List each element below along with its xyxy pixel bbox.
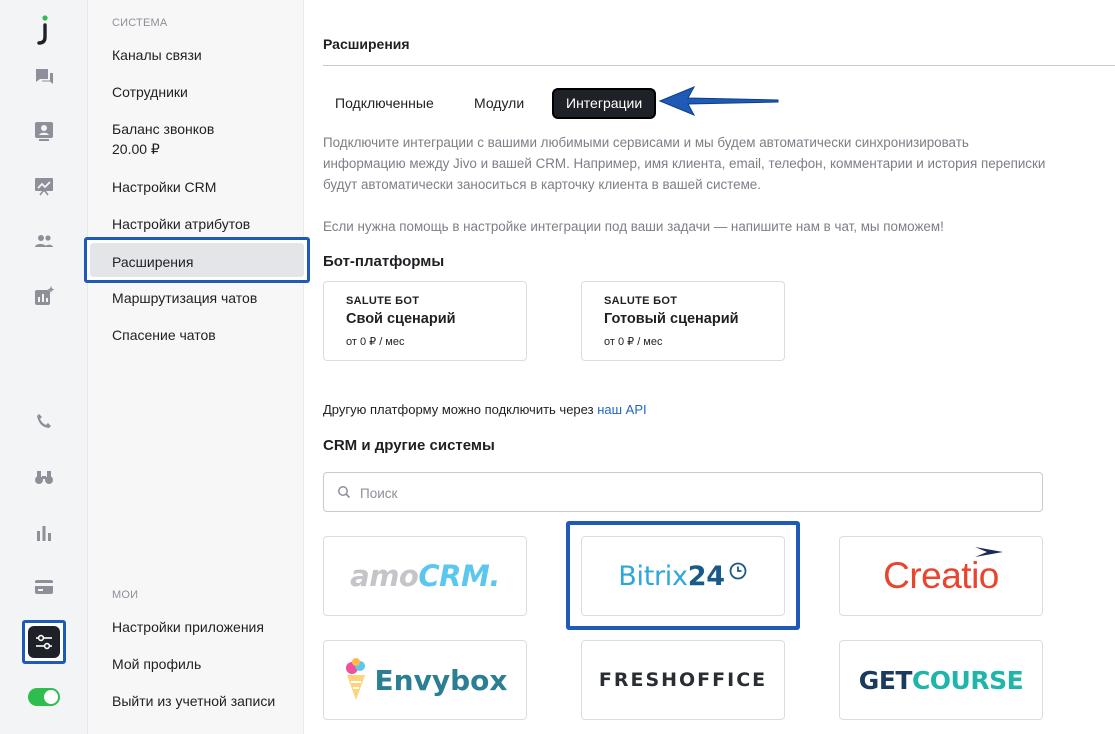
phone-icon[interactable] bbox=[29, 407, 59, 437]
bot-platforms-heading: Бот-платформы bbox=[323, 253, 445, 270]
bar-chart-icon[interactable] bbox=[29, 518, 59, 548]
help-text: Если нужна помощь в настройке интеграции… bbox=[323, 219, 944, 234]
team-icon[interactable] bbox=[29, 226, 59, 256]
bot-card-custom[interactable]: SALUTE БОТ Свой сценарий от 0 ₽ / мес bbox=[323, 281, 527, 361]
nav-item-channels[interactable]: Каналы связи bbox=[88, 45, 304, 65]
bot-card-ready[interactable]: SALUTE БОТ Готовый сценарий от 0 ₽ / мес bbox=[581, 281, 785, 361]
status-toggle[interactable] bbox=[28, 688, 60, 706]
nav-item-label: Расширения bbox=[112, 254, 194, 270]
bot-card-tag: SALUTE БОТ bbox=[346, 295, 420, 307]
getcourse-logo: GETCOURSE bbox=[858, 665, 1024, 695]
api-link[interactable]: наш API bbox=[597, 402, 646, 417]
nav-item-label: Настройки CRM bbox=[112, 179, 217, 195]
nav-group-mine: МОИ bbox=[112, 589, 139, 601]
ice-cream-icon bbox=[345, 658, 365, 700]
amocrm-logo: amoCRM. bbox=[350, 559, 500, 593]
tab-modules[interactable]: Модули bbox=[462, 88, 536, 119]
intro-line-3: будут автоматически заноситься в карточк… bbox=[323, 177, 761, 192]
nav-item-extensions[interactable]: Расширения bbox=[84, 237, 310, 283]
bitrix24-logo: Bitrix 24 bbox=[618, 561, 747, 592]
contact-card-icon[interactable] bbox=[29, 116, 59, 146]
settings-nav-button[interactable] bbox=[22, 620, 66, 664]
nav-item-label: Сотрудники bbox=[112, 84, 188, 100]
clock-icon bbox=[729, 562, 747, 580]
nav-item-label: Мой профиль bbox=[112, 656, 202, 672]
nav-item-label: Настройки приложения bbox=[112, 619, 264, 635]
annotation-arrow-icon bbox=[658, 86, 779, 116]
main-content: Расширения Подключенные Модули Интеграци… bbox=[304, 0, 1115, 734]
nav-item-profile[interactable]: Мой профиль bbox=[88, 654, 304, 674]
bot-card-name: Свой сценарий bbox=[346, 311, 456, 327]
intro-line-2: информацию между Jivo и вашей CRM. Напри… bbox=[323, 156, 1046, 171]
bot-card-price: от 0 ₽ / мес bbox=[604, 336, 663, 348]
nav-item-crm-settings[interactable]: Настройки CRM bbox=[88, 177, 304, 197]
crm-heading: CRM и другие системы bbox=[323, 437, 495, 454]
settings-sliders-icon bbox=[28, 626, 60, 658]
billing-card-icon[interactable] bbox=[29, 572, 59, 602]
search-input[interactable] bbox=[360, 483, 1000, 503]
api-hint: Другую платформу можно подключить через … bbox=[323, 402, 647, 417]
bot-card-name: Готовый сценарий bbox=[604, 311, 739, 327]
nav-item-label: Маршрутизация чатов bbox=[112, 290, 258, 306]
page-title: Расширения bbox=[323, 36, 410, 52]
nav-item-chat-routing[interactable]: Маршрутизация чатов bbox=[88, 288, 304, 308]
envybox-logo: Envybox bbox=[343, 657, 507, 703]
title-divider bbox=[323, 65, 1115, 66]
integration-card-envybox[interactable]: Envybox bbox=[323, 640, 527, 720]
tab-connected[interactable]: Подключенные bbox=[323, 88, 446, 119]
nav-item-label: Каналы связи bbox=[112, 47, 202, 63]
freshoffice-logo: FRESHOFFICE bbox=[598, 669, 768, 691]
nav-group-system: СИСТЕМА bbox=[112, 17, 168, 29]
call-balance-value: 20.00 ₽ bbox=[112, 141, 160, 157]
nav-item-app-settings[interactable]: Настройки приложения bbox=[88, 617, 304, 637]
nav-item-label: Настройки атрибутов bbox=[112, 216, 251, 232]
nav-item-label: Выйти из учетной записи bbox=[112, 693, 276, 709]
settings-nav: СИСТЕМА Каналы связи Сотрудники Баланс з… bbox=[88, 0, 304, 734]
chat-icon[interactable] bbox=[29, 62, 59, 92]
nav-item-label: Спасение чатов bbox=[112, 327, 216, 343]
integration-card-getcourse[interactable]: GETCOURSE bbox=[839, 640, 1043, 720]
nav-item-chat-rescue[interactable]: Спасение чатов bbox=[88, 325, 304, 345]
bot-card-price: от 0 ₽ / мес bbox=[346, 336, 405, 348]
integration-card-creatio[interactable]: Creatio bbox=[839, 536, 1043, 616]
reports-sparkle-icon[interactable] bbox=[29, 281, 59, 311]
integration-card-bitrix24[interactable]: Bitrix 24 bbox=[581, 536, 785, 616]
analytics-board-icon[interactable] bbox=[29, 171, 59, 201]
nav-item-attributes[interactable]: Настройки атрибутов bbox=[88, 214, 304, 234]
integration-card-amocrm[interactable]: amoCRM. bbox=[323, 536, 527, 616]
binoculars-icon[interactable] bbox=[29, 462, 59, 492]
creatio-swoosh-icon bbox=[974, 547, 1003, 557]
jivo-logo[interactable] bbox=[36, 14, 52, 46]
nav-item-staff[interactable]: Сотрудники bbox=[88, 82, 304, 102]
nav-item-logout[interactable]: Выйти из учетной записи bbox=[88, 691, 304, 711]
integration-card-freshoffice[interactable]: FRESHOFFICE bbox=[581, 640, 785, 720]
nav-item-label: Баланс звонков bbox=[112, 121, 215, 137]
bot-card-tag: SALUTE БОТ bbox=[604, 295, 678, 307]
api-hint-text: Другую платформу можно подключить через bbox=[323, 402, 594, 417]
tab-integrations[interactable]: Интеграции bbox=[552, 88, 657, 119]
creatio-logo: Creatio bbox=[883, 547, 1003, 597]
icon-rail bbox=[0, 0, 88, 734]
search-icon bbox=[338, 486, 351, 499]
intro-line-1: Подключите интеграции с вашими любимыми … bbox=[323, 135, 969, 150]
integration-search[interactable] bbox=[323, 472, 1043, 512]
nav-item-call-balance[interactable]: Баланс звонков 20.00 ₽ bbox=[88, 119, 304, 159]
